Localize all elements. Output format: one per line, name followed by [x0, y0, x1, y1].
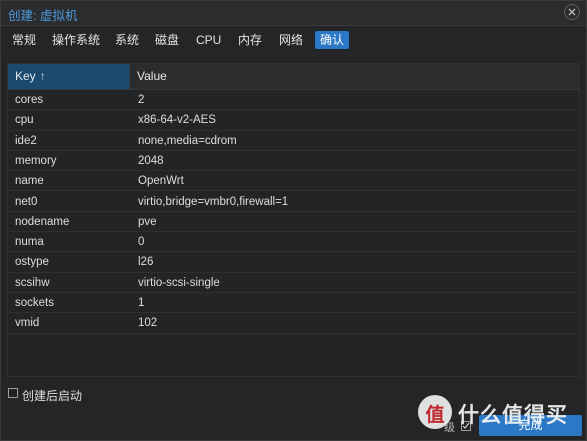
- wizard-tabbar: 常规 操作系统 系统 磁盘 CPU 内存 网络 确认: [1, 29, 586, 51]
- row-key: numa: [15, 236, 44, 249]
- row-key: ostype: [15, 256, 49, 269]
- row-value: 2048: [138, 154, 164, 167]
- table-row[interactable]: numa 0: [8, 232, 579, 253]
- row-key: ide2: [15, 134, 37, 147]
- table-row[interactable]: scsihw virtio-scsi-single: [8, 273, 579, 293]
- table-row[interactable]: sockets 1: [8, 293, 579, 314]
- tab-general[interactable]: 常规: [7, 31, 41, 49]
- table-row[interactable]: cores 2: [8, 90, 579, 111]
- row-value: x86-64-v2-AES: [138, 114, 216, 127]
- tab-os[interactable]: 操作系统: [47, 31, 105, 49]
- tab-network[interactable]: 网络: [274, 31, 308, 49]
- row-key: name: [15, 175, 44, 188]
- table-row[interactable]: name OpenWrt: [8, 171, 579, 192]
- row-key: cpu: [15, 114, 34, 127]
- row-key: net0: [15, 195, 38, 208]
- tab-system[interactable]: 系统: [110, 31, 144, 49]
- checkbox-box[interactable]: [8, 388, 18, 398]
- row-value: none,media=cdrom: [138, 134, 237, 147]
- row-value: virtio-scsi-single: [138, 276, 220, 289]
- table-row[interactable]: memory 2048: [8, 151, 579, 172]
- grid-header: Key ↑ Value: [8, 64, 579, 90]
- row-key: cores: [15, 94, 44, 106]
- row-value: virtio,bridge=vmbr0,firewall=1: [138, 195, 289, 208]
- row-key: scsihw: [15, 276, 50, 289]
- sort-ascending-icon: ↑: [39, 69, 46, 83]
- close-icon: [568, 8, 576, 16]
- tab-cpu[interactable]: CPU: [191, 31, 226, 49]
- row-value: OpenWrt: [138, 175, 184, 188]
- close-button[interactable]: [564, 4, 580, 20]
- create-vm-dialog: 创建: 虚拟机 常规 操作系统 系统 磁盘 CPU 内存 网络 确认 Key ↑ …: [0, 0, 587, 441]
- tab-disks[interactable]: 磁盘: [150, 31, 184, 49]
- summary-grid: Key ↑ Value cores 2 cpu x86-64-v2-AES ide…: [7, 63, 580, 377]
- watermark: 值 什么值得买: [418, 395, 587, 433]
- column-header-value[interactable]: Value: [130, 64, 579, 89]
- tab-memory[interactable]: 内存: [233, 31, 267, 49]
- table-row[interactable]: ostype l26: [8, 252, 579, 273]
- dialog-title: 创建: 虚拟机: [8, 9, 78, 23]
- table-row[interactable]: ide2 none,media=cdrom: [8, 131, 579, 151]
- row-value: 0: [138, 236, 145, 249]
- row-value: 102: [138, 317, 158, 330]
- table-row[interactable]: vmid 102: [8, 313, 579, 334]
- start-after-create-label: 创建后启动: [22, 389, 83, 403]
- table-row[interactable]: net0 virtio,bridge=vmbr0,firewall=1: [8, 192, 579, 212]
- row-key: memory: [15, 154, 57, 167]
- table-row[interactable]: nodename pve: [8, 212, 579, 233]
- column-header-key-label: Key: [15, 69, 36, 83]
- watermark-text: 什么值得买: [458, 404, 568, 427]
- row-value: 1: [138, 297, 145, 309]
- row-value: 2: [138, 94, 145, 106]
- watermark-logo: 值: [418, 395, 452, 429]
- row-value: l26: [138, 256, 154, 269]
- row-value: pve: [138, 215, 157, 228]
- table-row[interactable]: cpu x86-64-v2-AES: [8, 110, 579, 131]
- watermark-logo-char: 值: [425, 405, 445, 426]
- column-header-value-label: Value: [137, 69, 167, 83]
- dialog-titlebar: 创建: 虚拟机: [1, 1, 586, 26]
- tab-confirm[interactable]: 确认: [315, 31, 350, 49]
- column-header-key[interactable]: Key ↑: [8, 64, 130, 89]
- row-key: vmid: [15, 317, 40, 330]
- row-key: nodename: [15, 215, 70, 228]
- row-key: sockets: [15, 297, 54, 309]
